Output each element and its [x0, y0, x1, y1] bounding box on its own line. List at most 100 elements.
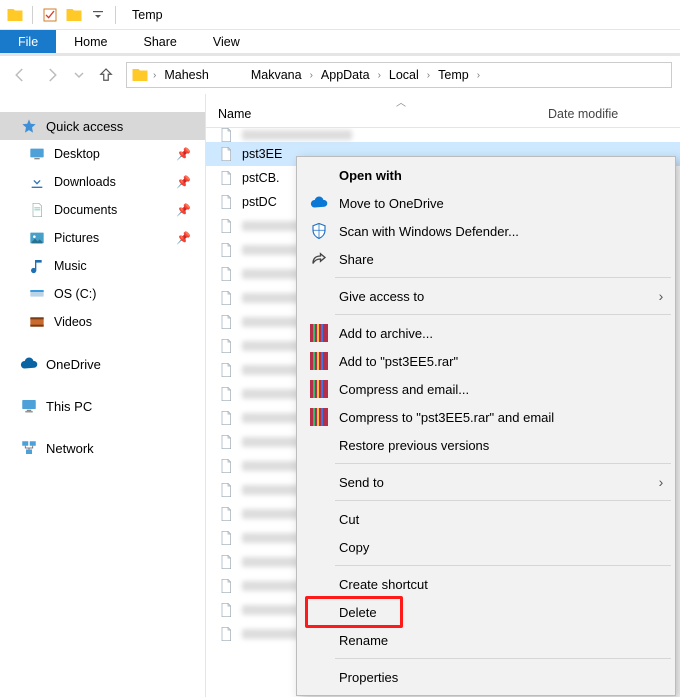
sidebar-item-os-drive[interactable]: OS (C:) — [0, 280, 205, 308]
menu-send-to[interactable]: Send to › — [299, 468, 673, 496]
file-icon — [218, 602, 234, 618]
network-node[interactable]: Network — [0, 434, 205, 462]
menu-separator — [335, 463, 671, 464]
window-title: Temp — [124, 8, 163, 22]
sidebar-item-music[interactable]: Music — [0, 252, 205, 280]
video-icon — [28, 313, 46, 331]
tab-share[interactable]: Share — [126, 30, 195, 53]
menu-restore-previous[interactable]: Restore previous versions — [299, 431, 673, 459]
file-icon — [218, 128, 234, 143]
sidebar-item-downloads[interactable]: Downloads 📌 — [0, 168, 205, 196]
chevron-right-icon[interactable]: › — [376, 70, 383, 81]
column-name[interactable]: Name — [218, 107, 548, 121]
onedrive-label: OneDrive — [46, 357, 101, 372]
crumb-appdata[interactable]: AppData — [315, 68, 376, 82]
ribbon-tabs: File Home Share View — [0, 30, 680, 56]
file-name — [242, 130, 352, 140]
crumb-temp[interactable]: Temp — [432, 68, 475, 82]
back-button[interactable] — [8, 63, 32, 87]
menu-share[interactable]: Share — [299, 245, 673, 273]
menu-compress-email[interactable]: Compress and email... — [299, 375, 673, 403]
menu-give-access-to[interactable]: Give access to › — [299, 282, 673, 310]
forward-button[interactable] — [40, 63, 64, 87]
rar-icon — [307, 378, 331, 400]
pin-icon: 📌 — [176, 147, 191, 161]
menu-properties[interactable]: Properties — [299, 663, 673, 691]
thispc-node[interactable]: This PC — [0, 392, 205, 420]
chevron-right-icon[interactable]: › — [151, 70, 158, 81]
qat-dropdown-icon[interactable] — [87, 4, 109, 26]
sidebar-item-videos[interactable]: Videos — [0, 308, 205, 336]
blank-icon — [307, 434, 331, 456]
blank-icon — [307, 629, 331, 651]
star-icon — [20, 117, 38, 135]
crumb-makvana[interactable]: Makvana — [245, 68, 308, 82]
menu-separator — [335, 500, 671, 501]
crumb-local[interactable]: Local — [383, 68, 425, 82]
file-name: pst3EE — [242, 147, 282, 161]
document-icon — [28, 201, 46, 219]
menu-separator — [335, 658, 671, 659]
column-date[interactable]: Date modifie — [548, 107, 618, 121]
file-icon — [218, 290, 234, 306]
blank-icon — [307, 508, 331, 530]
collapse-grip-icon[interactable]: ︿ — [376, 94, 426, 102]
folder-icon — [4, 4, 26, 26]
properties-qat-icon[interactable] — [39, 4, 61, 26]
file-icon — [218, 170, 234, 186]
tab-view[interactable]: View — [195, 30, 258, 53]
file-icon — [218, 578, 234, 594]
menu-rename[interactable]: Rename — [299, 626, 673, 654]
network-icon — [20, 439, 38, 457]
sidebar-item-pictures[interactable]: Pictures 📌 — [0, 224, 205, 252]
menu-scan-defender[interactable]: Scan with Windows Defender... — [299, 217, 673, 245]
menu-compress-to-rar-email[interactable]: Compress to "pst3EE5.rar" and email — [299, 403, 673, 431]
blank-icon — [307, 573, 331, 595]
file-icon — [218, 266, 234, 282]
menu-open-with[interactable]: Open with — [299, 161, 673, 189]
file-icon — [218, 314, 234, 330]
file-icon — [218, 146, 234, 162]
sidebar-item-label: OS (C:) — [54, 287, 96, 301]
menu-delete[interactable]: Delete — [299, 598, 673, 626]
chevron-right-icon[interactable]: › — [425, 70, 432, 81]
title-bar: Temp — [0, 0, 680, 30]
up-button[interactable] — [94, 63, 118, 87]
tab-home[interactable]: Home — [56, 30, 125, 53]
recent-dropdown-icon[interactable] — [72, 63, 86, 87]
column-header[interactable]: Name Date modifie — [206, 100, 680, 128]
menu-copy[interactable]: Copy — [299, 533, 673, 561]
sidebar-item-desktop[interactable]: Desktop 📌 — [0, 140, 205, 168]
menu-add-to-archive[interactable]: Add to archive... — [299, 319, 673, 347]
file-name: pstDC — [242, 195, 277, 209]
blank-icon — [307, 164, 331, 186]
blank-icon — [307, 536, 331, 558]
chevron-right-icon: › — [649, 288, 673, 304]
chevron-right-icon[interactable]: › — [475, 70, 482, 81]
onedrive-node[interactable]: OneDrive — [0, 350, 205, 378]
menu-cut[interactable]: Cut — [299, 505, 673, 533]
file-tab[interactable]: File — [0, 30, 56, 53]
file-icon — [218, 554, 234, 570]
chevron-right-icon: › — [649, 474, 673, 490]
menu-add-to-rar[interactable]: Add to "pst3EE5.rar" — [299, 347, 673, 375]
menu-create-shortcut[interactable]: Create shortcut — [299, 570, 673, 598]
menu-separator — [335, 314, 671, 315]
sidebar-item-label: Videos — [54, 315, 92, 329]
file-icon — [218, 506, 234, 522]
file-icon — [218, 218, 234, 234]
pc-icon — [20, 397, 38, 415]
blank-icon — [307, 471, 331, 493]
crumb-mahesh[interactable]: Mahesh — [158, 68, 214, 82]
menu-move-to-onedrive[interactable]: Move to OneDrive — [299, 189, 673, 217]
qat-divider-2 — [115, 6, 116, 24]
folder-small-icon[interactable] — [63, 4, 85, 26]
sidebar-item-documents[interactable]: Documents 📌 — [0, 196, 205, 224]
quick-access-node[interactable]: Quick access — [0, 112, 205, 140]
sidebar-item-label: Desktop — [54, 147, 100, 161]
file-icon — [218, 434, 234, 450]
navigation-pane[interactable]: Quick access Desktop 📌 Downloads 📌 Docum… — [0, 94, 206, 697]
chevron-right-icon[interactable]: › — [308, 70, 315, 81]
file-icon — [218, 410, 234, 426]
breadcrumb[interactable]: › Mahesh Makvana › AppData › Local › Tem… — [126, 62, 672, 88]
